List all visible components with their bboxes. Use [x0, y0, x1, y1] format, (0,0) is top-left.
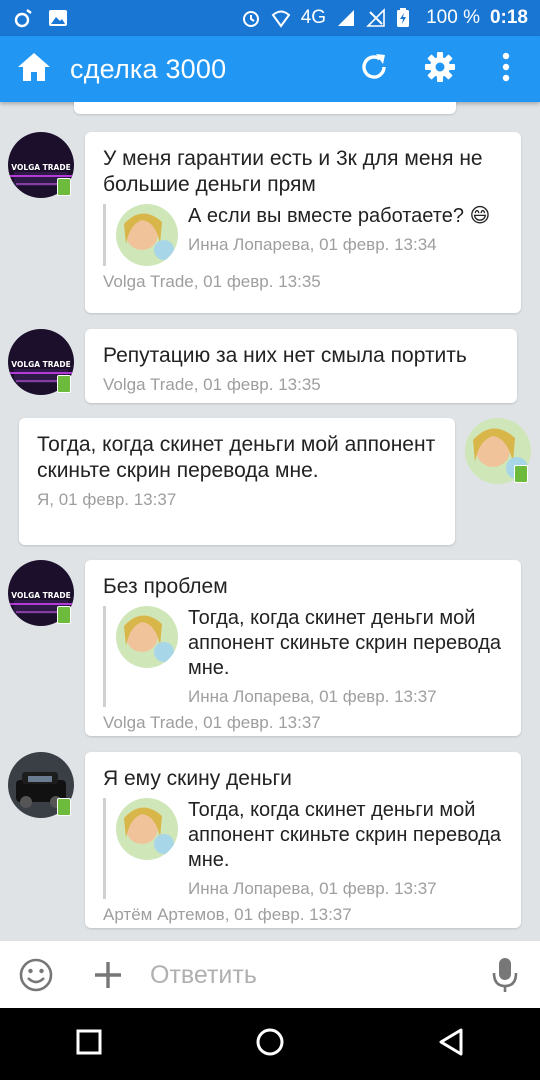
message-text: Тогда, когда скинет деньги мой аппонент … — [37, 433, 436, 482]
message-card[interactable]: Без проблем Тогда, когда скинет деньги м… — [85, 560, 521, 736]
more-options-button[interactable] — [486, 49, 526, 89]
recents-icon — [76, 1029, 102, 1059]
avatar-label: VOLGA TRADE — [11, 360, 70, 369]
music-icon — [14, 8, 34, 28]
online-mobile-badge — [57, 798, 71, 816]
image-icon — [48, 8, 68, 28]
quote-avatar — [116, 798, 178, 860]
status-bar: 4G 100 % 0:18 — [0, 0, 540, 36]
message-text: Я ему скину деньги — [103, 767, 292, 790]
add-icon — [92, 962, 124, 995]
quote-meta: Инна Лопарева, 01 февр. 13:37 — [188, 879, 437, 898]
quoted-message[interactable]: Тогда, когда скинет деньги мой аппонент … — [103, 798, 503, 899]
message-meta: Volga Trade, 01 февр. 13:35 — [103, 375, 321, 394]
settings-button[interactable] — [420, 49, 460, 89]
settings-icon — [424, 51, 456, 88]
recents-button[interactable] — [76, 1029, 102, 1060]
online-mobile-badge — [57, 375, 71, 393]
quote-meta: Инна Лопарева, 01 февр. 13:34 — [188, 235, 437, 254]
quote-avatar — [116, 606, 178, 668]
avatar-label: VOLGA TRADE — [11, 163, 70, 172]
previous-message-card — [74, 102, 456, 114]
more-icon — [502, 52, 510, 87]
emoji-button[interactable] — [18, 957, 54, 993]
back-button[interactable] — [438, 1028, 464, 1061]
online-mobile-badge — [57, 178, 71, 196]
avatar-label: VOLGA TRADE — [11, 591, 70, 600]
system-nav-bar — [0, 1008, 540, 1080]
network-type: 4G — [300, 7, 327, 28]
home-nav-icon — [255, 1028, 285, 1061]
voice-button[interactable] — [492, 957, 518, 993]
quoted-message[interactable]: А если вы вместе работаете? 😄 Инна Лопар… — [103, 204, 503, 266]
home-icon — [17, 52, 51, 87]
attach-button[interactable] — [92, 959, 124, 991]
wifi-icon — [271, 8, 291, 28]
quote-avatar — [116, 204, 178, 266]
message-card[interactable]: У меня гарантии есть и 3к для меня не бо… — [85, 132, 521, 313]
home-button[interactable] — [14, 49, 54, 89]
reply-input[interactable]: Ответить — [150, 961, 257, 990]
quote-text: Тогда, когда скинет деньги мой аппонент … — [188, 607, 501, 679]
quote-text: А если вы вместе работаете? 😄 — [188, 205, 491, 227]
battery-percent: 100 % — [426, 7, 480, 28]
message-text: Репутацию за них нет смыла портить — [103, 344, 467, 367]
reply-composer: Ответить — [0, 940, 540, 1009]
message-meta: Volga Trade, 01 февр. 13:37 — [103, 713, 321, 732]
clock: 0:18 — [489, 7, 528, 28]
quote-meta: Инна Лопарева, 01 февр. 13:37 — [188, 687, 437, 706]
message-meta: Я, 01 февр. 13:37 — [37, 490, 177, 509]
message-meta: Артём Артемов, 01 февр. 13:37 — [103, 905, 352, 924]
own-message-card[interactable]: Тогда, когда скинет деньги мой аппонент … — [19, 418, 455, 545]
message-meta: Volga Trade, 01 февр. 13:35 — [103, 272, 321, 291]
refresh-icon — [359, 52, 389, 87]
quoted-message[interactable]: Тогда, когда скинет деньги мой аппонент … — [103, 606, 503, 707]
battery-icon — [396, 8, 416, 28]
no-signal-icon — [366, 8, 386, 28]
refresh-button[interactable] — [354, 49, 394, 89]
toolbar: сделка 3000 — [0, 36, 540, 102]
message-text: У меня гарантии есть и 3к для меня не бо… — [103, 147, 483, 196]
message-card[interactable]: Репутацию за них нет смыла портить Volga… — [85, 329, 517, 403]
signal-icon — [336, 8, 356, 28]
online-mobile-badge — [57, 606, 71, 624]
back-icon — [438, 1028, 464, 1060]
alarm-icon — [241, 8, 261, 28]
online-mobile-badge — [514, 465, 528, 483]
emoji-icon — [18, 958, 54, 997]
chat-title: сделка 3000 — [70, 53, 227, 84]
message-text: Без проблем — [103, 575, 228, 598]
mic-icon — [492, 958, 518, 997]
home-nav-button[interactable] — [255, 1027, 285, 1062]
quote-text: Тогда, когда скинет деньги мой аппонент … — [188, 799, 501, 871]
message-feed[interactable]: VOLGA TRADE У меня гарантии есть и 3к дл… — [0, 102, 540, 940]
message-card[interactable]: Я ему скину деньги Тогда, когда скинет д… — [85, 752, 521, 928]
